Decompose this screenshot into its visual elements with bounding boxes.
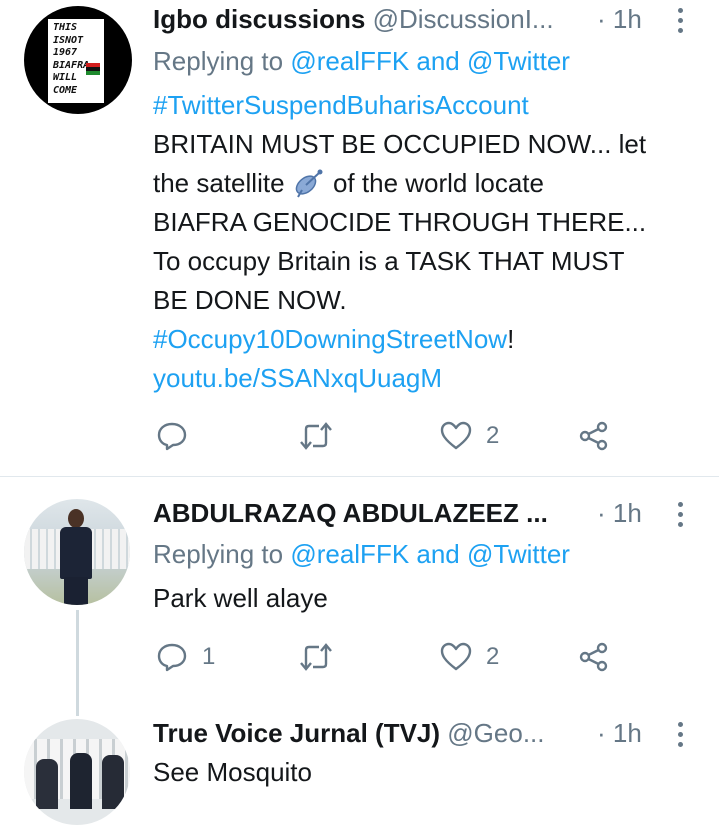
avatar-text-1: THIS bbox=[53, 22, 78, 33]
reply-count: 1 bbox=[202, 643, 216, 670]
avatar[interactable] bbox=[24, 499, 130, 605]
avatar-sign: THIS ISNOT 1967 BIAFRA WILL COME bbox=[48, 19, 104, 103]
timestamp[interactable]: · 1h bbox=[597, 4, 642, 35]
avatar[interactable]: THIS ISNOT 1967 BIAFRA WILL COME bbox=[24, 6, 132, 114]
like-count: 2 bbox=[486, 643, 500, 670]
author-handle: @Geo... bbox=[447, 718, 545, 748]
reply-context: Replying to @realFFK and @Twitter bbox=[153, 46, 570, 76]
like-button[interactable]: 2 bbox=[440, 420, 499, 452]
url-link[interactable]: youtu.be/SSANxqUuagM bbox=[153, 359, 442, 398]
reply-mentions[interactable]: @realFFK and @Twitter bbox=[290, 539, 570, 569]
like-button[interactable]: 2 bbox=[440, 641, 499, 673]
reply-icon bbox=[157, 643, 187, 672]
biafra-flag-icon bbox=[86, 63, 100, 75]
tweet-text-line: To occupy Britain is a TASK THAT MUST bbox=[153, 246, 625, 276]
share-icon bbox=[579, 642, 608, 672]
reply-context: Replying to @realFFK and @Twitter bbox=[153, 539, 570, 569]
reply-mentions[interactable]: @realFFK and @Twitter bbox=[290, 46, 570, 76]
more-options-icon[interactable] bbox=[678, 502, 684, 532]
avatar-person-head bbox=[68, 509, 84, 528]
timestamp[interactable]: · 1h bbox=[597, 498, 642, 529]
satellite-antenna-icon bbox=[292, 168, 326, 198]
reply-button[interactable]: 1 bbox=[156, 641, 215, 673]
tweet-text-line: the satellite of the world locate bbox=[153, 168, 544, 198]
heart-icon bbox=[440, 642, 472, 671]
retweet-button[interactable] bbox=[298, 641, 348, 673]
thread-line bbox=[76, 610, 79, 716]
more-options-icon[interactable] bbox=[678, 8, 684, 38]
retweet-button[interactable] bbox=[298, 420, 348, 452]
heart-icon bbox=[440, 421, 472, 450]
tweet-text-line: Park well alaye bbox=[153, 583, 328, 613]
avatar-person-1 bbox=[36, 759, 58, 809]
author-name[interactable]: ABDULRAZAQ ABDULAZEEZ ... bbox=[153, 498, 548, 529]
tweet-text-line: #Occupy10DowningStreetNow! bbox=[153, 324, 515, 354]
tweet-text-line: BRITAIN MUST BE OCCUPIED NOW... let bbox=[153, 129, 647, 159]
tweet-1[interactable]: THIS ISNOT 1967 BIAFRA WILL COME Igbo di… bbox=[0, 0, 719, 476]
avatar-text-6: COME bbox=[53, 84, 78, 96]
tweet-3[interactable]: True Voice Jurnal (TVJ) @Geo... · 1h See… bbox=[0, 717, 719, 825]
avatar-text-2: ISNOT bbox=[53, 34, 84, 46]
reply-icon bbox=[157, 422, 187, 451]
hashtag-link[interactable]: #Occupy10DowningStreetNow bbox=[153, 324, 507, 354]
like-count: 2 bbox=[486, 422, 500, 449]
share-button[interactable] bbox=[578, 420, 610, 452]
avatar-person-legs bbox=[64, 577, 88, 605]
tweet-2[interactable]: ABDULRAZAQ ABDULAZEEZ ... · 1h Replying … bbox=[0, 477, 719, 717]
tweet-text-line: BIAFRA GENOCIDE THROUGH THERE... bbox=[153, 207, 647, 237]
retweet-icon bbox=[300, 422, 332, 450]
reply-button[interactable] bbox=[156, 420, 202, 452]
avatar-person-2 bbox=[70, 753, 92, 809]
more-options-icon[interactable] bbox=[678, 722, 684, 752]
author-name[interactable]: True Voice Jurnal (TVJ) @Geo... bbox=[153, 718, 545, 749]
share-button[interactable] bbox=[578, 641, 610, 673]
timestamp[interactable]: · 1h bbox=[597, 718, 642, 749]
author-name[interactable]: Igbo discussions @DiscussionI... bbox=[153, 4, 554, 35]
share-icon bbox=[579, 421, 608, 451]
avatar-text-3: 1967 bbox=[53, 47, 78, 58]
author-handle: @DiscussionI... bbox=[372, 4, 554, 34]
avatar-person-3 bbox=[102, 755, 124, 809]
tweet-text-line: BE DONE NOW. bbox=[153, 285, 347, 315]
tweet-text-line: See Mosquito bbox=[153, 757, 312, 787]
avatar[interactable] bbox=[24, 719, 130, 825]
retweet-icon bbox=[300, 643, 332, 671]
avatar-person-body bbox=[60, 527, 92, 579]
hashtag-link[interactable]: #TwitterSuspendBuharisAccount bbox=[153, 86, 529, 125]
